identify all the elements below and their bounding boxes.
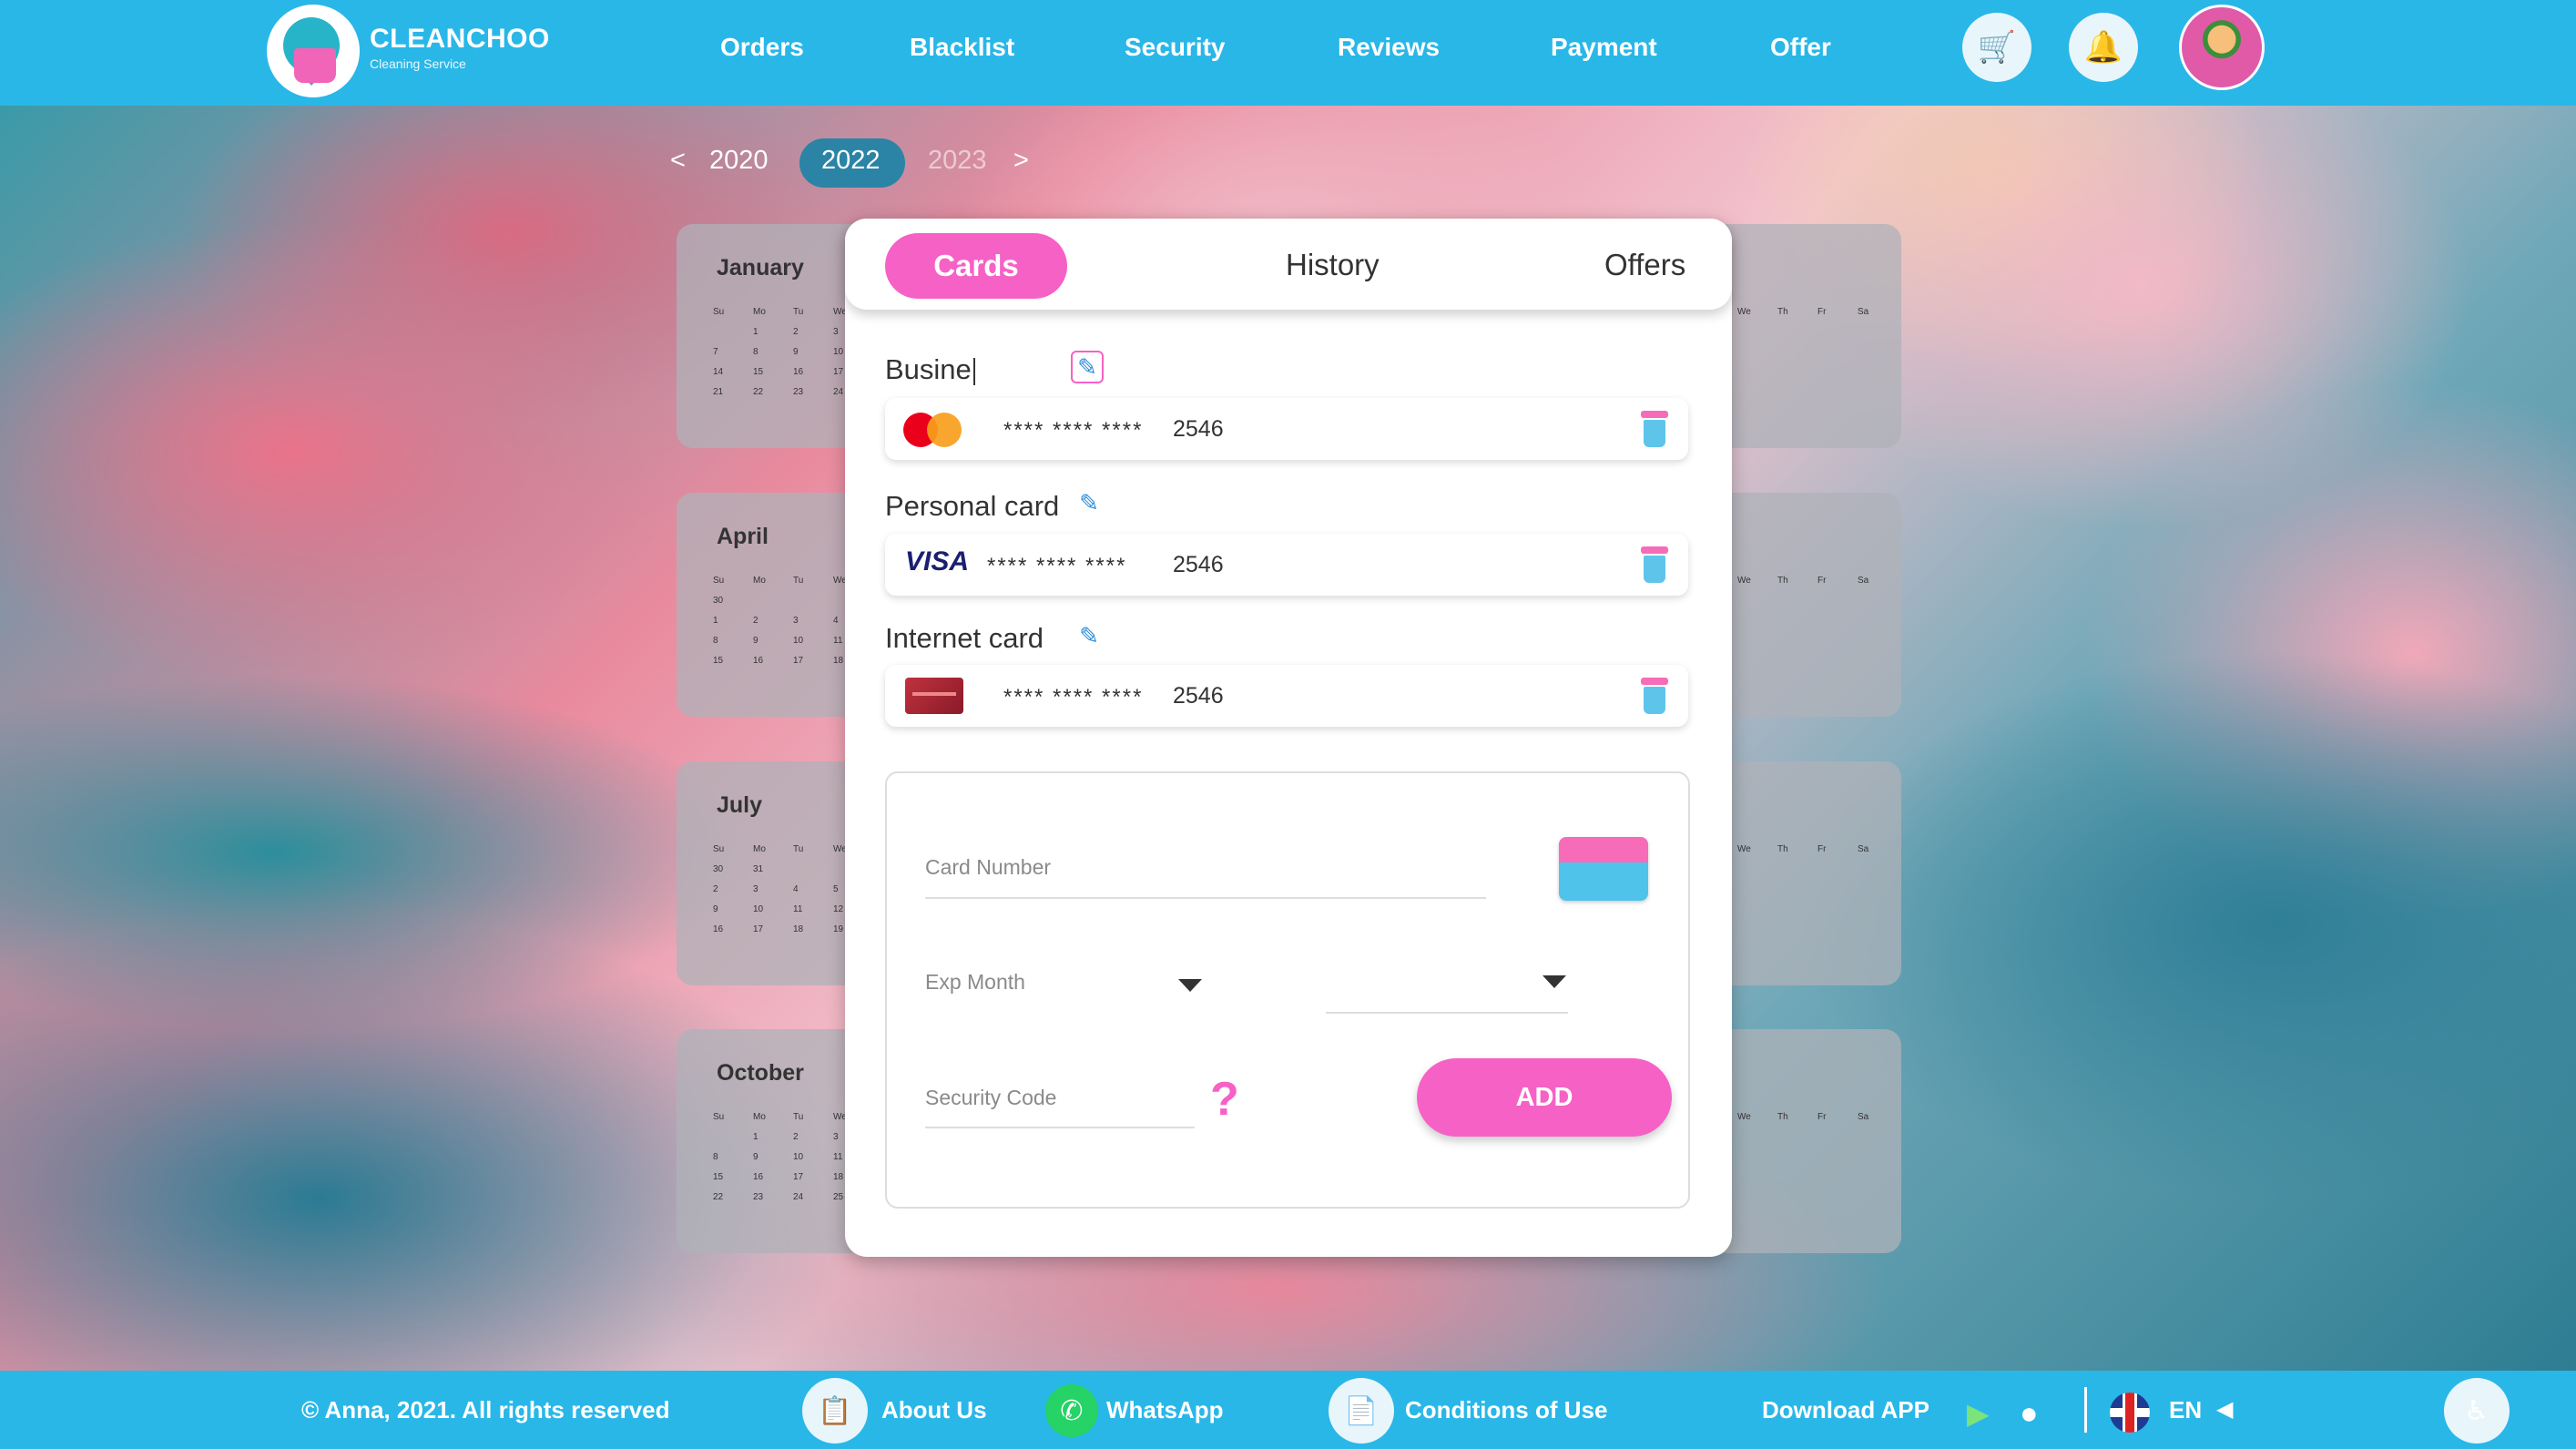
accessibility-icon[interactable]: ♿: [2444, 1378, 2510, 1444]
month-grid: We Th Fr Sa: [1737, 307, 1869, 317]
calendar-month-right-2[interactable]: We Th Fr Sa: [1710, 493, 1901, 717]
add-card-button[interactable]: ADD: [1417, 1058, 1672, 1137]
year-2022[interactable]: 2022: [821, 146, 881, 176]
credit-card-icon: [905, 678, 963, 714]
calendar-month-right-3[interactable]: We Th Fr Sa: [1710, 761, 1901, 985]
uk-flag-icon[interactable]: [2110, 1393, 2150, 1433]
calendar-month-right-1[interactable]: We Th Fr Sa: [1710, 224, 1901, 448]
card-last4: 2546: [1173, 416, 1224, 442]
card-number-underline: [925, 897, 1486, 899]
whatsapp-icon[interactable]: ✆: [1045, 1384, 1098, 1437]
trash-icon[interactable]: [1639, 411, 1670, 447]
avatar[interactable]: [2179, 5, 2265, 90]
month-name: January: [717, 255, 804, 281]
calendar-month-right-4[interactable]: We Th Fr Sa: [1710, 1029, 1901, 1253]
month-name: July: [717, 792, 763, 818]
conditions-icon[interactable]: 📄: [1329, 1378, 1394, 1444]
about-us-link[interactable]: About Us: [881, 1396, 987, 1424]
bell-icon[interactable]: 🔔: [2069, 13, 2138, 82]
saved-card-row[interactable]: **** **** **** 2546: [885, 665, 1688, 727]
help-question-icon[interactable]: ?: [1210, 1072, 1239, 1127]
nav-security[interactable]: Security: [1125, 33, 1226, 62]
nav-blacklist[interactable]: Blacklist: [910, 33, 1014, 62]
card-last4: 2546: [1173, 552, 1224, 577]
nav-orders[interactable]: Orders: [720, 33, 804, 62]
whatsapp-link[interactable]: WhatsApp: [1106, 1396, 1224, 1424]
card-mask: **** **** ****: [987, 554, 1127, 578]
security-code-underline: [925, 1127, 1195, 1128]
caret-left-icon[interactable]: ◀: [2216, 1396, 2233, 1423]
year-prev-arrow[interactable]: <: [670, 146, 686, 176]
saved-card-row[interactable]: **** **** **** 2546: [885, 398, 1688, 460]
add-card-form: Card Number Exp Month Security Code ? AD…: [885, 771, 1690, 1209]
card-last4: 2546: [1173, 683, 1224, 709]
year-next-arrow[interactable]: >: [1013, 146, 1029, 176]
brand-text: CLEANCHOO Cleaning Service: [370, 24, 550, 71]
card-name-input[interactable]: Busine: [885, 353, 975, 386]
saved-card-row[interactable]: VISA **** **** **** 2546: [885, 534, 1688, 596]
tab-cards[interactable]: Cards: [885, 233, 1067, 299]
month-grid: We Th Fr Sa: [1737, 576, 1869, 586]
language-selector[interactable]: EN: [2169, 1396, 2202, 1424]
month-name: April: [717, 524, 769, 549]
nav-payment[interactable]: Payment: [1551, 33, 1657, 62]
chevron-down-icon[interactable]: [1178, 979, 1202, 992]
cart-icon[interactable]: 🛒: [1962, 13, 2031, 82]
card-name-label: Internet card: [885, 622, 1044, 654]
year-2020[interactable]: 2020: [709, 146, 769, 176]
brand-name: CLEANCHOO: [370, 24, 550, 54]
month-name: October: [717, 1060, 804, 1086]
chevron-down-icon[interactable]: [1543, 975, 1566, 988]
download-app-label: Download APP: [1762, 1396, 1929, 1423]
credit-card-icon: [1559, 837, 1648, 901]
mastercard-icon: [903, 413, 963, 447]
footer: © Anna, 2021. All rights reserved 📋 Abou…: [0, 1371, 2576, 1449]
card-mask: **** **** ****: [1003, 685, 1144, 709]
about-us-icon[interactable]: 📋: [802, 1378, 868, 1444]
edit-icon[interactable]: ✎: [1073, 619, 1105, 652]
payment-cards-modal: Cards History Offers Busine ✎ **** **** …: [845, 219, 1732, 1257]
edit-icon[interactable]: ✎: [1073, 486, 1105, 519]
modal-tab-bar: Cards History Offers: [845, 219, 1732, 310]
google-play-icon[interactable]: ▶: [1967, 1396, 1990, 1431]
visa-icon: VISA: [905, 546, 970, 577]
nav-reviews[interactable]: Reviews: [1338, 33, 1440, 62]
edit-icon[interactable]: ✎: [1071, 351, 1104, 383]
tab-history[interactable]: History: [1286, 248, 1380, 282]
apple-icon[interactable]: ●: [2020, 1396, 2039, 1432]
year-2023[interactable]: 2023: [928, 146, 987, 176]
card-name-label: Personal card: [885, 490, 1060, 522]
trash-icon[interactable]: [1639, 546, 1670, 583]
card-mask: **** **** ****: [1003, 418, 1144, 443]
copyright-text: © Anna, 2021. All rights reserved: [301, 1396, 670, 1423]
brand-logo[interactable]: [267, 5, 360, 97]
brand-tagline: Cleaning Service: [370, 56, 466, 71]
top-navbar: CLEANCHOO Cleaning Service Orders Blackl…: [0, 0, 2576, 106]
tab-offers[interactable]: Offers: [1604, 248, 1685, 282]
nav-offer[interactable]: Offer: [1770, 33, 1831, 62]
exp-year-select[interactable]: [1326, 1012, 1568, 1014]
security-code-field[interactable]: Security Code: [925, 1086, 1056, 1110]
conditions-link[interactable]: Conditions of Use: [1405, 1396, 1607, 1424]
card-number-field[interactable]: Card Number: [925, 855, 1051, 880]
card-name-text: Busine: [885, 353, 972, 385]
month-grid: We Th Fr Sa: [1737, 844, 1869, 854]
month-grid: We Th Fr Sa: [1737, 1112, 1869, 1122]
trash-icon[interactable]: [1639, 678, 1670, 714]
footer-divider: [2084, 1387, 2087, 1433]
exp-month-select[interactable]: Exp Month: [925, 970, 1025, 995]
